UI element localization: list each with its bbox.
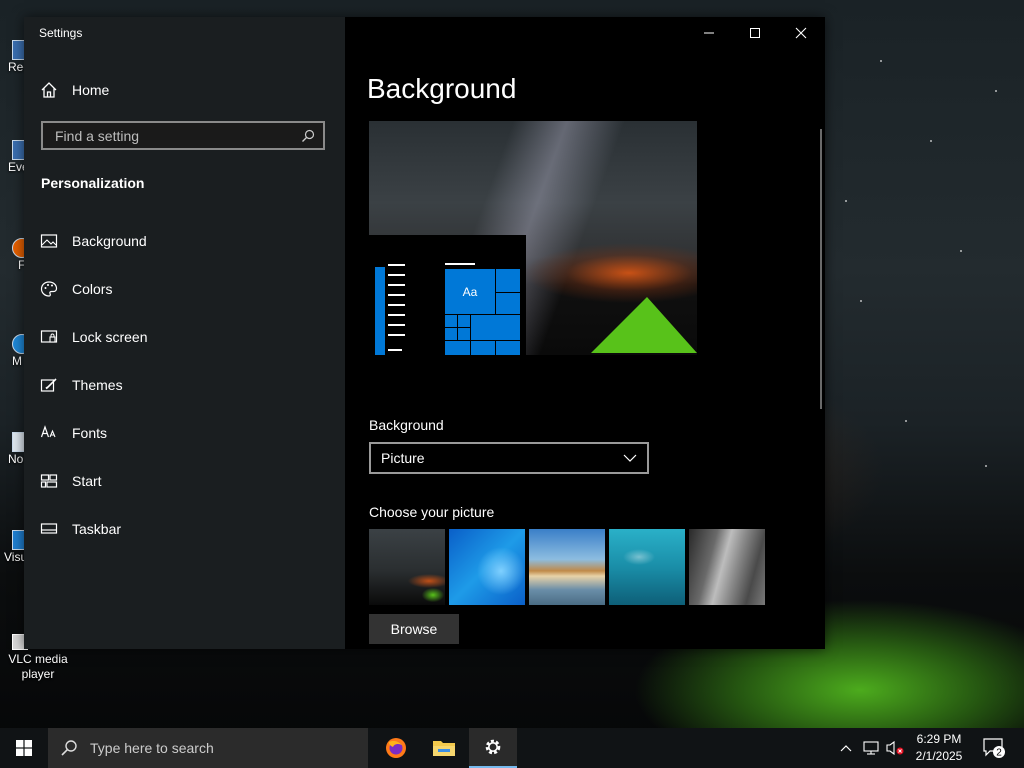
preview-tent — [591, 297, 697, 353]
taskbar-search-placeholder: Type here to search — [90, 740, 214, 756]
thumbnail-night-sky-tent[interactable] — [369, 529, 445, 605]
picture-icon — [40, 234, 58, 248]
lock-screen-icon — [40, 330, 58, 343]
nav-item-taskbar[interactable]: Taskbar — [24, 505, 345, 553]
settings-search-input[interactable] — [53, 126, 287, 145]
palette-icon — [40, 281, 58, 297]
settings-sidebar: Settings Home Personalization Background… — [24, 17, 345, 649]
home-icon — [41, 82, 57, 98]
browse-button[interactable]: Browse — [369, 614, 459, 644]
content-scrollbar[interactable] — [820, 129, 822, 409]
nav-item-themes[interactable]: Themes — [24, 361, 345, 409]
settings-content: Background Aa Background Picture Choose … — [345, 17, 825, 649]
nav-item-label: Colors — [72, 281, 113, 297]
maximize-button[interactable] — [732, 17, 778, 49]
minimize-icon — [704, 32, 714, 34]
taskbar-app-file-explorer[interactable] — [420, 728, 468, 768]
thumbnail-rock-cliff[interactable] — [689, 529, 765, 605]
volume-tray-icon[interactable] — [884, 728, 906, 768]
dropdown-value: Picture — [381, 450, 425, 466]
maximize-icon — [750, 28, 760, 38]
thumbnail-windows-blue[interactable] — [449, 529, 525, 605]
file-explorer-icon — [433, 741, 455, 756]
notification-icon: 2 — [983, 738, 1005, 759]
nav-item-fonts[interactable]: Fonts — [24, 409, 345, 457]
chevron-up-icon — [840, 745, 852, 752]
network-tray-icon[interactable] — [860, 728, 882, 768]
background-label: Background — [369, 417, 444, 433]
taskbar: Type here to search 6:29 PM 2/1/2025 2 — [0, 728, 1024, 768]
taskbar-app-settings[interactable] — [469, 728, 517, 768]
firefox-icon — [386, 738, 406, 758]
action-center-button[interactable]: 2 — [980, 728, 1008, 768]
thumbnail-beach-sunset[interactable] — [529, 529, 605, 605]
nav-item-label: Lock screen — [72, 329, 148, 345]
choose-picture-label: Choose your picture — [369, 504, 495, 520]
desktop-icon-label: VLC media player — [8, 652, 68, 681]
settings-icon — [485, 739, 501, 755]
personalization-nav: Background Colors Lock screen Themes Fon… — [24, 217, 345, 553]
close-icon — [795, 27, 807, 39]
preview-tile: Aa — [445, 269, 495, 314]
brush-icon — [40, 378, 57, 392]
nav-item-start[interactable]: Start — [24, 457, 345, 505]
section-title: Personalization — [41, 175, 145, 191]
taskbar-search-box[interactable]: Type here to search — [48, 728, 368, 768]
thumbnail-underwater-swimmer[interactable] — [609, 529, 685, 605]
nav-item-background[interactable]: Background — [24, 217, 345, 265]
windows-logo-icon — [16, 740, 32, 756]
background-preview: Aa — [369, 121, 697, 355]
clock-time: 6:29 PM — [916, 732, 962, 746]
home-label: Home — [72, 82, 110, 98]
nav-item-label: Themes — [72, 377, 123, 393]
close-button[interactable] — [778, 17, 824, 49]
page-title: Background — [367, 73, 517, 104]
nav-item-lock-screen[interactable]: Lock screen — [24, 313, 345, 361]
taskbar-app-firefox[interactable] — [372, 728, 420, 768]
taskbar-icon — [40, 523, 58, 534]
search-icon — [61, 740, 77, 756]
nav-item-label: Start — [72, 473, 102, 489]
nav-item-label: Fonts — [72, 425, 108, 441]
preview-start-menu: Aa — [369, 235, 526, 355]
background-type-dropdown[interactable]: Picture — [369, 442, 649, 474]
nav-item-colors[interactable]: Colors — [24, 265, 345, 313]
nav-item-label: Background — [72, 233, 147, 249]
taskbar-clock[interactable]: 6:29 PM 2/1/2025 — [905, 731, 973, 765]
search-icon[interactable] — [301, 129, 315, 143]
window-title: Settings — [39, 26, 83, 40]
clock-date: 2/1/2025 — [915, 749, 963, 763]
notification-count: 2 — [996, 748, 1002, 759]
start-button[interactable] — [0, 728, 48, 768]
home-nav-item[interactable]: Home — [40, 81, 109, 99]
volume-muted-icon — [886, 740, 904, 756]
picture-thumbnails — [369, 529, 765, 605]
network-icon — [863, 741, 879, 755]
start-icon — [40, 474, 58, 488]
settings-window: Settings Home Personalization Background… — [24, 17, 825, 649]
font-icon — [40, 425, 56, 438]
settings-search-box — [41, 121, 325, 150]
nav-item-label: Taskbar — [72, 521, 122, 537]
chevron-down-icon — [623, 454, 637, 462]
show-hidden-icons-button[interactable] — [836, 728, 856, 768]
minimize-button[interactable] — [686, 17, 732, 49]
